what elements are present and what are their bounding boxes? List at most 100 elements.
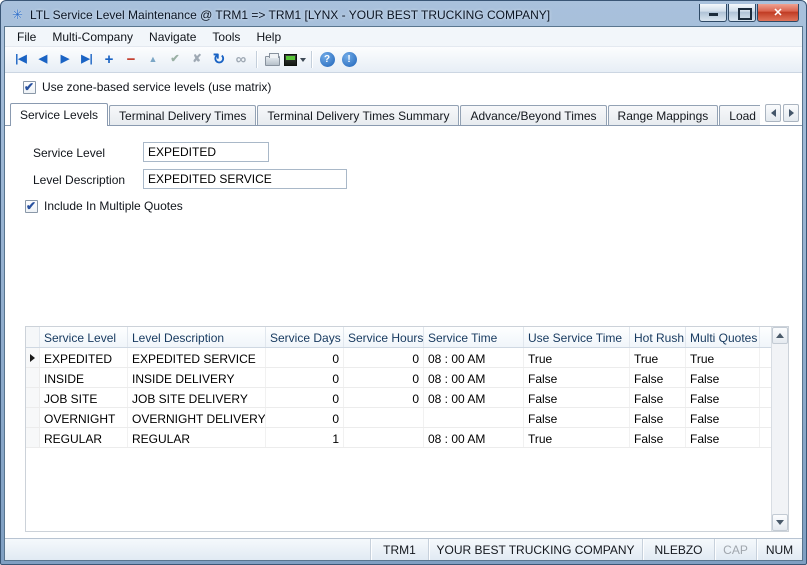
column-header-hot-rush[interactable]: Hot Rush: [630, 327, 686, 347]
grid-cell[interactable]: 08 : 00 AM: [424, 348, 524, 367]
move-last-button[interactable]: ▶|: [76, 49, 98, 71]
grid-cell[interactable]: True: [524, 428, 630, 447]
status-bar: TRM1 YOUR BEST TRUCKING COMPANY NLEBZO C…: [5, 538, 802, 560]
export-button[interactable]: [283, 49, 307, 71]
grid-cell[interactable]: 1: [266, 428, 344, 447]
grid-cell[interactable]: REGULAR: [128, 428, 266, 447]
scroll-down-button[interactable]: [772, 514, 788, 531]
grid-cell[interactable]: False: [686, 408, 760, 427]
move-up-icon: ▲: [149, 55, 158, 64]
grid-cell[interactable]: JOB SITE DELIVERY: [128, 388, 266, 407]
grid-cell[interactable]: [344, 408, 424, 427]
grid-cell[interactable]: EXPEDITED SERVICE: [128, 348, 266, 367]
grid-cell[interactable]: 0: [266, 388, 344, 407]
menu-navigate[interactable]: Navigate: [141, 28, 204, 46]
tab-terminal-delivery-times-summary[interactable]: Terminal Delivery Times Summary: [257, 105, 459, 125]
grid-vertical-scrollbar[interactable]: [771, 327, 788, 531]
refresh-button[interactable]: ↻: [208, 49, 230, 71]
save-button[interactable]: ✔: [164, 49, 186, 71]
help-button[interactable]: ?: [316, 49, 338, 71]
title-bar[interactable]: ✳ LTL Service Level Maintenance @ TRM1 =…: [4, 1, 803, 26]
grid-cell[interactable]: INSIDE: [40, 368, 128, 387]
grid-cell[interactable]: 08 : 00 AM: [424, 368, 524, 387]
grid-cell[interactable]: 0: [266, 348, 344, 367]
grid-cell[interactable]: False: [524, 388, 630, 407]
level-description-input[interactable]: [143, 169, 347, 189]
grid-cell[interactable]: OVERNIGHT: [40, 408, 128, 427]
table-row[interactable]: OVERNIGHTOVERNIGHT DELIVERY0FalseFalseFa…: [26, 408, 771, 428]
multiple-quotes-checkbox[interactable]: [25, 200, 38, 213]
grid-cell[interactable]: 08 : 00 AM: [424, 428, 524, 447]
cancel-button[interactable]: ✘: [186, 49, 208, 71]
column-header-level-description[interactable]: Level Description: [128, 327, 266, 347]
tab-scroll-left-button[interactable]: [765, 104, 781, 122]
column-header-service-hours[interactable]: Service Hours: [344, 327, 424, 347]
grid-cell[interactable]: False: [686, 388, 760, 407]
menu-tools[interactable]: Tools: [204, 28, 248, 46]
service-level-input[interactable]: [143, 142, 269, 162]
grid-cell[interactable]: REGULAR: [40, 428, 128, 447]
tab-service-levels[interactable]: Service Levels: [10, 103, 108, 126]
column-header-service-time[interactable]: Service Time: [424, 327, 524, 347]
grid-cell[interactable]: True: [630, 348, 686, 367]
info-button[interactable]: !: [338, 49, 360, 71]
grid-cell[interactable]: EXPEDITED: [40, 348, 128, 367]
move-up-button[interactable]: ▲: [142, 49, 164, 71]
grid-cell[interactable]: False: [686, 368, 760, 387]
tab-range-mappings[interactable]: Range Mappings: [608, 105, 719, 125]
grid-cell[interactable]: 0: [266, 368, 344, 387]
grid-cell[interactable]: 0: [344, 368, 424, 387]
grid-cell[interactable]: OVERNIGHT DELIVERY: [128, 408, 266, 427]
move-first-button[interactable]: |◀: [10, 49, 32, 71]
menu-multi-company[interactable]: Multi-Company: [44, 28, 141, 46]
grid-cell[interactable]: False: [524, 408, 630, 427]
grid-cell[interactable]: False: [524, 368, 630, 387]
grid-cell[interactable]: 08 : 00 AM: [424, 388, 524, 407]
close-button[interactable]: [757, 4, 799, 22]
tab-terminal-delivery-times[interactable]: Terminal Delivery Times: [109, 105, 256, 125]
move-first-icon: |◀: [15, 54, 27, 65]
column-header-use-service-time[interactable]: Use Service Time: [524, 327, 630, 347]
grid-cell[interactable]: True: [524, 348, 630, 367]
row-selector[interactable]: [26, 408, 40, 427]
grid-cell[interactable]: False: [630, 408, 686, 427]
add-record-button[interactable]: +: [98, 49, 120, 71]
grid-cell[interactable]: False: [630, 428, 686, 447]
tab-advance-beyond-times[interactable]: Advance/Beyond Times: [460, 105, 606, 125]
table-row[interactable]: INSIDEINSIDE DELIVERY0008 : 00 AMFalseFa…: [26, 368, 771, 388]
tab-scroll-right-button[interactable]: [783, 104, 799, 122]
print-button[interactable]: [261, 49, 283, 71]
grid-cell[interactable]: [424, 408, 524, 427]
maximize-button[interactable]: [728, 4, 756, 22]
grid-cell[interactable]: False: [686, 428, 760, 447]
link-button[interactable]: ∞: [230, 49, 252, 71]
column-header-service-level[interactable]: Service Level: [40, 327, 128, 347]
row-selector[interactable]: [26, 388, 40, 407]
grid-cell[interactable]: True: [686, 348, 760, 367]
table-row[interactable]: REGULARREGULAR108 : 00 AMTrueFalseFalse: [26, 428, 771, 448]
service-levels-panel: Service Level Level Description Include …: [5, 125, 802, 538]
grid-cell[interactable]: False: [630, 388, 686, 407]
row-selector[interactable]: [26, 348, 40, 367]
grid-cell[interactable]: [344, 428, 424, 447]
menu-file[interactable]: File: [9, 28, 44, 46]
zone-matrix-checkbox[interactable]: [23, 81, 36, 94]
delete-record-button[interactable]: −: [120, 49, 142, 71]
grid-cell[interactable]: INSIDE DELIVERY: [128, 368, 266, 387]
grid-cell[interactable]: False: [630, 368, 686, 387]
minimize-button[interactable]: [699, 4, 727, 22]
move-next-button[interactable]: ▶: [54, 49, 76, 71]
row-selector[interactable]: [26, 368, 40, 387]
scroll-up-button[interactable]: [772, 327, 788, 344]
move-previous-button[interactable]: ◀: [32, 49, 54, 71]
menu-help[interactable]: Help: [248, 28, 289, 46]
table-row[interactable]: JOB SITEJOB SITE DELIVERY0008 : 00 AMFal…: [26, 388, 771, 408]
grid-cell[interactable]: 0: [344, 388, 424, 407]
grid-cell[interactable]: 0: [344, 348, 424, 367]
row-selector[interactable]: [26, 428, 40, 447]
grid-cell[interactable]: JOB SITE: [40, 388, 128, 407]
grid-cell[interactable]: 0: [266, 408, 344, 427]
column-header-multi-quotes[interactable]: Multi Quotes: [686, 327, 760, 347]
column-header-service-days[interactable]: Service Days: [266, 327, 344, 347]
table-row[interactable]: EXPEDITEDEXPEDITED SERVICE0008 : 00 AMTr…: [26, 348, 771, 368]
